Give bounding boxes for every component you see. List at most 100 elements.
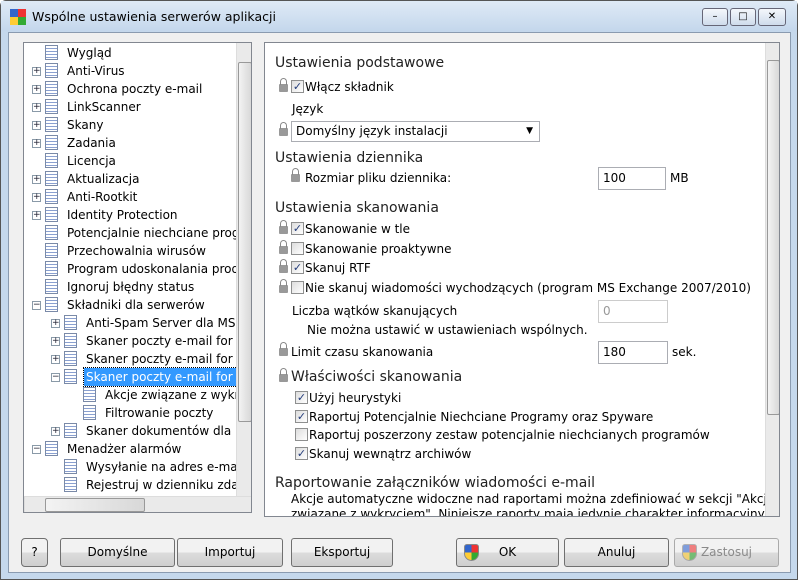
timeout-input[interactable]: 180 [598,341,668,364]
option-checkbox[interactable] [295,428,308,441]
minimize-button[interactable]: – [702,8,728,26]
enable-component-checkbox[interactable]: ✓ [291,80,304,93]
tree-item[interactable]: − Składniki dla serwerów [24,296,236,314]
expand-icon[interactable]: + [32,103,41,112]
lock-icon[interactable] [279,220,288,234]
attachments-text-line1: Akcje automatyczne widoczne nad raportam… [291,492,775,506]
tree-item[interactable]: Ignoruj błędny status [24,278,236,296]
expand-icon[interactable]: + [32,85,41,94]
tree-item[interactable]: Potencjalnie niechciane programy [24,224,251,242]
settings-page-icon [83,387,96,402]
expand-icon[interactable]: + [51,319,60,328]
expand-icon[interactable]: + [51,427,60,436]
settings-page-icon [83,405,96,420]
option-checkbox[interactable]: ✓ [291,261,304,274]
tree-item[interactable]: + Skaner poczty e-mail for MS Exchange [24,350,251,368]
attachments-text-line2: związane z wykryciem". Niniejsze raporty… [291,507,767,517]
tree-vertical-scrollbar[interactable] [236,43,251,496]
tree-hscroll-thumb[interactable] [45,498,145,512]
cancel-button[interactable]: Anuluj [564,538,669,567]
tree-item[interactable]: Wygląd [24,44,236,62]
option-checkbox[interactable]: ✓ [295,446,308,460]
lock-icon[interactable] [279,122,288,136]
option-checkbox[interactable]: ✓ [291,222,304,235]
tree-item-label: LinkScanner [67,100,141,114]
settings-page-icon [45,243,58,258]
ok-button[interactable]: OK [456,538,559,567]
option-checkbox[interactable] [291,280,304,294]
expand-icon[interactable]: + [51,337,60,346]
tree-item-label: Wysyłanie na adres e-mail [86,460,245,474]
tree-horizontal-scrollbar[interactable] [24,496,251,512]
expand-icon[interactable]: + [32,121,41,130]
lock-icon[interactable] [279,278,288,293]
lock-icon[interactable] [279,78,288,92]
expand-icon[interactable]: + [32,175,41,184]
panel-scroll-thumb[interactable] [767,60,779,415]
tree-item[interactable]: Filtrowanie poczty [24,404,236,422]
threads-label: Liczba wątków skanujących [292,304,458,318]
import-button[interactable]: Importuj [177,538,283,567]
option-checkbox[interactable]: ✓ [295,409,308,423]
tree-item-label: Rejestruj w dzienniku zdarzeń [86,478,252,492]
tree-item[interactable]: + Aktualizacja [24,170,236,188]
apply-button[interactable]: Zastosuj [674,538,779,567]
option-checkbox[interactable]: ✓ [295,391,308,404]
expand-icon[interactable]: + [32,139,41,148]
settings-page-icon [45,297,58,312]
expand-icon[interactable]: + [51,355,60,364]
language-value: Domyślny język instalacji [296,124,448,138]
timeout-label: Limit czasu skanowania [291,345,434,359]
tree-item[interactable]: − Menadżer alarmów [24,440,236,458]
collapse-icon[interactable]: − [51,373,60,382]
export-button[interactable]: Eksportuj [291,538,393,567]
tree-item[interactable]: + Anti-Spam Server dla MS Exchange [24,314,251,332]
threads-input[interactable]: 0 [598,300,668,323]
tree-item[interactable]: Licencja [24,152,236,170]
collapse-icon[interactable]: − [32,445,41,454]
tree-item[interactable]: + Skany [24,116,236,134]
language-select[interactable]: Domyślny język instalacji ▼ [291,121,540,142]
tree-item[interactable]: + Anti-Rootkit [24,188,236,206]
maximize-button[interactable]: □ [730,8,756,26]
lock-icon[interactable] [279,368,288,382]
log-size-input[interactable]: 100 [598,167,666,190]
tree-item[interactable]: Wysyłanie na adres e-mail [24,458,244,476]
tree-item-label: Wygląd [67,46,112,60]
tree-item[interactable]: − Skaner poczty e-mail for MS Exchange [24,367,251,387]
lock-icon[interactable] [279,259,288,273]
log-size-unit: MB [670,171,689,185]
tree-item[interactable]: Program udoskonalania produktu [24,260,251,278]
tree-scroll-thumb[interactable] [238,62,251,422]
tree-item[interactable]: + Ochrona poczty e-mail [24,80,236,98]
tree-item[interactable]: + Skaner dokumentów dla MS SharePoint [24,422,251,440]
option-label: Nie skanuj wiadomości wychodzących (prog… [305,280,751,295]
settings-page-icon [64,369,77,384]
tree-item-label: Potencjalnie niechciane programy [67,226,252,240]
tree-item[interactable]: Akcje związane z wykryciem [24,386,251,404]
avg-logo-icon [10,9,26,25]
lock-icon[interactable] [279,239,288,254]
help-button[interactable]: ? [21,538,48,567]
close-button[interactable]: ✕ [758,8,786,26]
tree-item[interactable]: + Identity Protection [24,206,236,224]
tree-item[interactable]: Rejestruj w dzienniku zdarzeń [24,476,251,494]
lock-icon[interactable] [279,342,288,356]
lock-icon[interactable] [291,168,300,182]
panel-vertical-scrollbar[interactable] [765,43,779,516]
tree-item[interactable]: + LinkScanner [24,98,236,116]
collapse-icon[interactable]: − [32,301,41,310]
option-label: Raportuj poszerzony zestaw potencjalnie … [309,428,710,442]
tree-item[interactable]: + Anti-Virus [24,62,236,80]
expand-icon[interactable]: + [32,193,41,202]
tree-item[interactable]: + Skaner poczty e-mail for MS Exchange [24,332,251,350]
option-checkbox[interactable] [291,241,304,255]
tree-item[interactable]: Przechowalnia wirusów [24,242,236,260]
expand-icon[interactable]: + [32,211,41,220]
settings-page-icon [45,225,58,240]
expand-icon[interactable]: + [32,67,41,76]
option-label: Raportuj Potencjalnie Niechciane Program… [309,409,654,424]
tree-item[interactable]: + Zadania [24,134,236,152]
window: Wspólne ustawienia serwerów aplikacji – … [0,0,798,580]
defaults-button[interactable]: Domyślne [60,538,175,567]
